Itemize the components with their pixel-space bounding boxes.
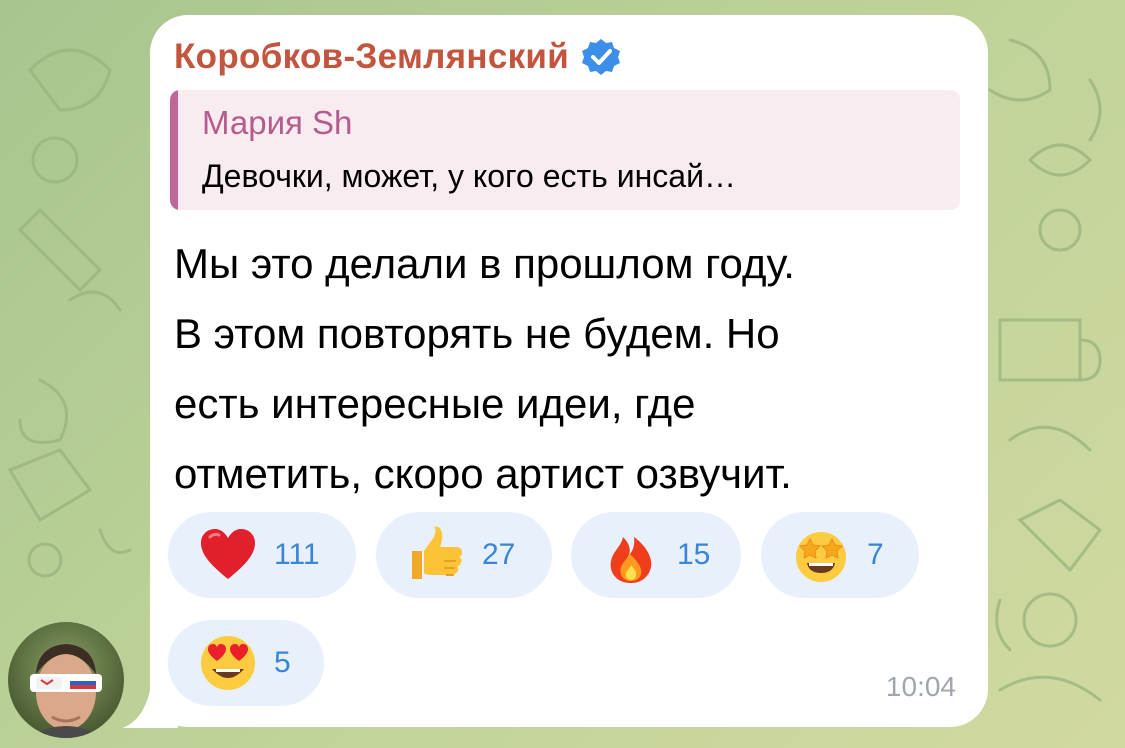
message-bubble[interactable]: Коробков-Землянский Мария Sh Девочки, мо…	[150, 15, 988, 727]
reply-preview-text: Девочки, может, у кого есть инсай…	[202, 158, 736, 194]
fire-icon	[610, 537, 652, 583]
reply-author: Мария Sh	[202, 104, 353, 141]
verified-badge-icon	[582, 39, 621, 75]
reaction-heart[interactable]: 111	[168, 512, 356, 598]
star-struck-face-icon	[796, 532, 846, 582]
reaction-count: 15	[677, 538, 711, 571]
reply-accent-bar	[170, 90, 178, 210]
reaction-count: 111	[274, 538, 320, 571]
reaction-count: 5	[274, 646, 291, 679]
message-text: Мы это делали в прошлом году. В этом пов…	[174, 229, 974, 509]
reaction-thumbs-up[interactable]: 27	[376, 512, 552, 598]
message-text-line: отметить, скоро артист озвучит.	[174, 450, 792, 497]
reaction-heart-eyes[interactable]: 5	[168, 620, 324, 706]
reaction-count: 7	[867, 538, 884, 571]
reaction-count: 27	[482, 538, 516, 571]
sender-avatar[interactable]	[8, 622, 124, 738]
sender-name[interactable]: Коробков-Землянский	[174, 37, 569, 77]
message-time: 10:04	[885, 671, 956, 702]
message-text-line: Мы это делали в прошлом году.	[174, 240, 795, 287]
message-sender[interactable]: Коробков-Землянский	[174, 37, 621, 77]
message-text-line: В этом повторять не будем. Но	[174, 310, 780, 357]
thumbs-up-icon	[412, 526, 462, 579]
message-text-line: есть интересные идеи, где	[174, 380, 696, 427]
red-heart-icon	[201, 529, 255, 579]
heart-eyes-face-icon	[201, 636, 255, 690]
user-avatar-photo	[28, 644, 104, 738]
reply-quote[interactable]: Мария Sh Девочки, может, у кого есть инс…	[170, 90, 960, 210]
reaction-fire[interactable]: 15	[571, 512, 741, 598]
reaction-star-struck[interactable]: 7	[761, 512, 919, 598]
